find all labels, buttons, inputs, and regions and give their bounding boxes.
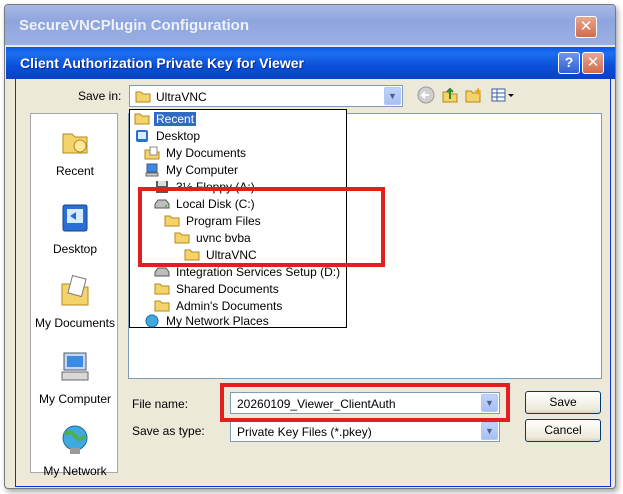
save-in-combo[interactable]: UltraVNC ▼: [129, 85, 403, 107]
save-as-type-combo[interactable]: Private Key Files (*.pkey) ▼: [230, 420, 500, 442]
recent-folder-icon: [31, 128, 119, 159]
up-folder-button[interactable]: [440, 86, 460, 106]
place-desktop[interactable]: Desktop: [31, 202, 119, 256]
folder-icon: [134, 112, 150, 126]
dialog-title: Client Authorization Private Key for Vie…: [20, 55, 304, 71]
help-button[interactable]: ?: [558, 52, 580, 74]
place-label: My Documents: [34, 316, 116, 330]
file-name-highlight-box: [220, 383, 510, 422]
save-as-type-value: Private Key Files (*.pkey): [237, 425, 372, 439]
desktop-icon: [134, 129, 150, 143]
place-label: Recent: [55, 164, 95, 178]
save-button[interactable]: Save: [525, 391, 601, 414]
folder-icon: [135, 90, 151, 106]
dropdown-item-recent[interactable]: Recent: [134, 111, 197, 127]
back-arrow-icon: [417, 86, 435, 107]
dropdown-item-my-network-places[interactable]: My Network Places: [144, 313, 271, 329]
outer-window: SecureVNCPlugin Configuration ✕ Client A…: [4, 4, 616, 489]
my-documents-icon: [144, 146, 160, 160]
place-my-network[interactable]: My Network: [31, 424, 119, 478]
up-folder-icon: [441, 87, 459, 107]
dialog-titlebar: Client Authorization Private Key for Vie…: [6, 47, 615, 79]
outer-close-button[interactable]: ✕: [575, 16, 597, 38]
save-as-type-label: Save as type:: [132, 424, 205, 438]
help-icon: ?: [564, 54, 574, 70]
outer-titlebar: SecureVNCPlugin Configuration ✕: [5, 5, 615, 45]
dialog-close-button[interactable]: ✕: [582, 52, 604, 74]
my-computer-icon: [31, 350, 119, 387]
folder-icon: [154, 282, 170, 296]
place-my-computer[interactable]: My Computer: [31, 350, 119, 406]
dropdown-item-my-documents[interactable]: My Documents: [144, 145, 248, 161]
cd-drive-icon: [154, 265, 170, 279]
chevron-down-icon[interactable]: ▼: [481, 422, 498, 440]
path-highlight-box: [138, 187, 385, 267]
close-icon: ✕: [586, 53, 600, 71]
place-my-documents[interactable]: My Documents: [31, 274, 119, 330]
my-documents-icon: [31, 274, 119, 311]
folder-icon: [154, 299, 170, 313]
my-network-icon: [31, 424, 119, 459]
places-bar: Recent Desktop My Documents My Computer: [30, 113, 119, 478]
cancel-button[interactable]: Cancel: [525, 419, 601, 442]
dropdown-item-shared-documents[interactable]: Shared Documents: [154, 281, 281, 297]
save-in-value: UltraVNC: [156, 90, 207, 104]
file-name-label: File name:: [132, 397, 189, 411]
dropdown-item-admins-documents[interactable]: Admin's Documents: [154, 298, 284, 314]
outer-window-title: SecureVNCPlugin Configuration: [19, 17, 250, 34]
save-in-label: Save in:: [78, 89, 122, 103]
network-places-icon: [144, 314, 160, 328]
close-icon: ✕: [579, 17, 593, 35]
place-label: My Network: [43, 464, 107, 478]
save-dialog: Client Authorization Private Key for Vie…: [6, 47, 615, 487]
place-label: My Computer: [38, 392, 112, 406]
new-folder-icon: [465, 87, 483, 107]
desktop-icon: [31, 202, 119, 237]
view-menu-button[interactable]: [490, 86, 516, 106]
chevron-down-icon[interactable]: ▼: [384, 87, 401, 105]
place-label: Desktop: [52, 242, 98, 256]
my-computer-icon: [144, 163, 160, 177]
new-folder-button[interactable]: [464, 86, 484, 106]
view-menu-icon: [491, 88, 515, 107]
place-recent[interactable]: Recent: [31, 128, 119, 178]
back-button[interactable]: [416, 86, 436, 106]
dropdown-item-my-computer[interactable]: My Computer: [144, 162, 240, 178]
dropdown-item-desktop[interactable]: Desktop: [134, 128, 202, 144]
